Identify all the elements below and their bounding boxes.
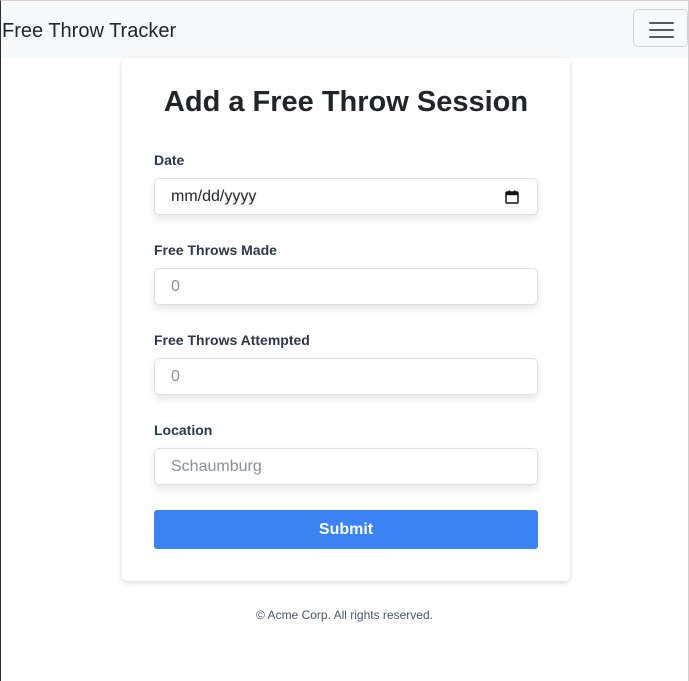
date-value: mm/dd/yyyy	[171, 188, 257, 205]
session-form-card: Add a Free Throw Session Date mm/dd/yyyy…	[122, 58, 570, 581]
menu-toggle-button[interactable]	[633, 9, 688, 47]
location-label: Location	[154, 422, 213, 438]
brand-title[interactable]: Free Throw Tracker	[2, 19, 176, 43]
footer-copyright: © Acme Corp. All rights reserved.	[256, 608, 433, 622]
free-throws-made-input[interactable]	[154, 268, 538, 305]
app-frame: Free Throw Tracker Add a Free Throw Sess…	[0, 0, 689, 681]
submit-button[interactable]: Submit	[154, 510, 538, 549]
attempted-label: Free Throws Attempted	[154, 332, 310, 348]
made-label: Free Throws Made	[154, 242, 277, 258]
calendar-icon[interactable]	[505, 190, 519, 204]
location-input[interactable]	[154, 448, 538, 485]
date-field[interactable]: mm/dd/yyyy	[154, 178, 538, 215]
page-title: Add a Free Throw Session	[163, 86, 529, 118]
date-label: Date	[154, 152, 185, 168]
navbar: Free Throw Tracker	[1, 1, 688, 58]
free-throws-attempted-input[interactable]	[154, 358, 538, 395]
